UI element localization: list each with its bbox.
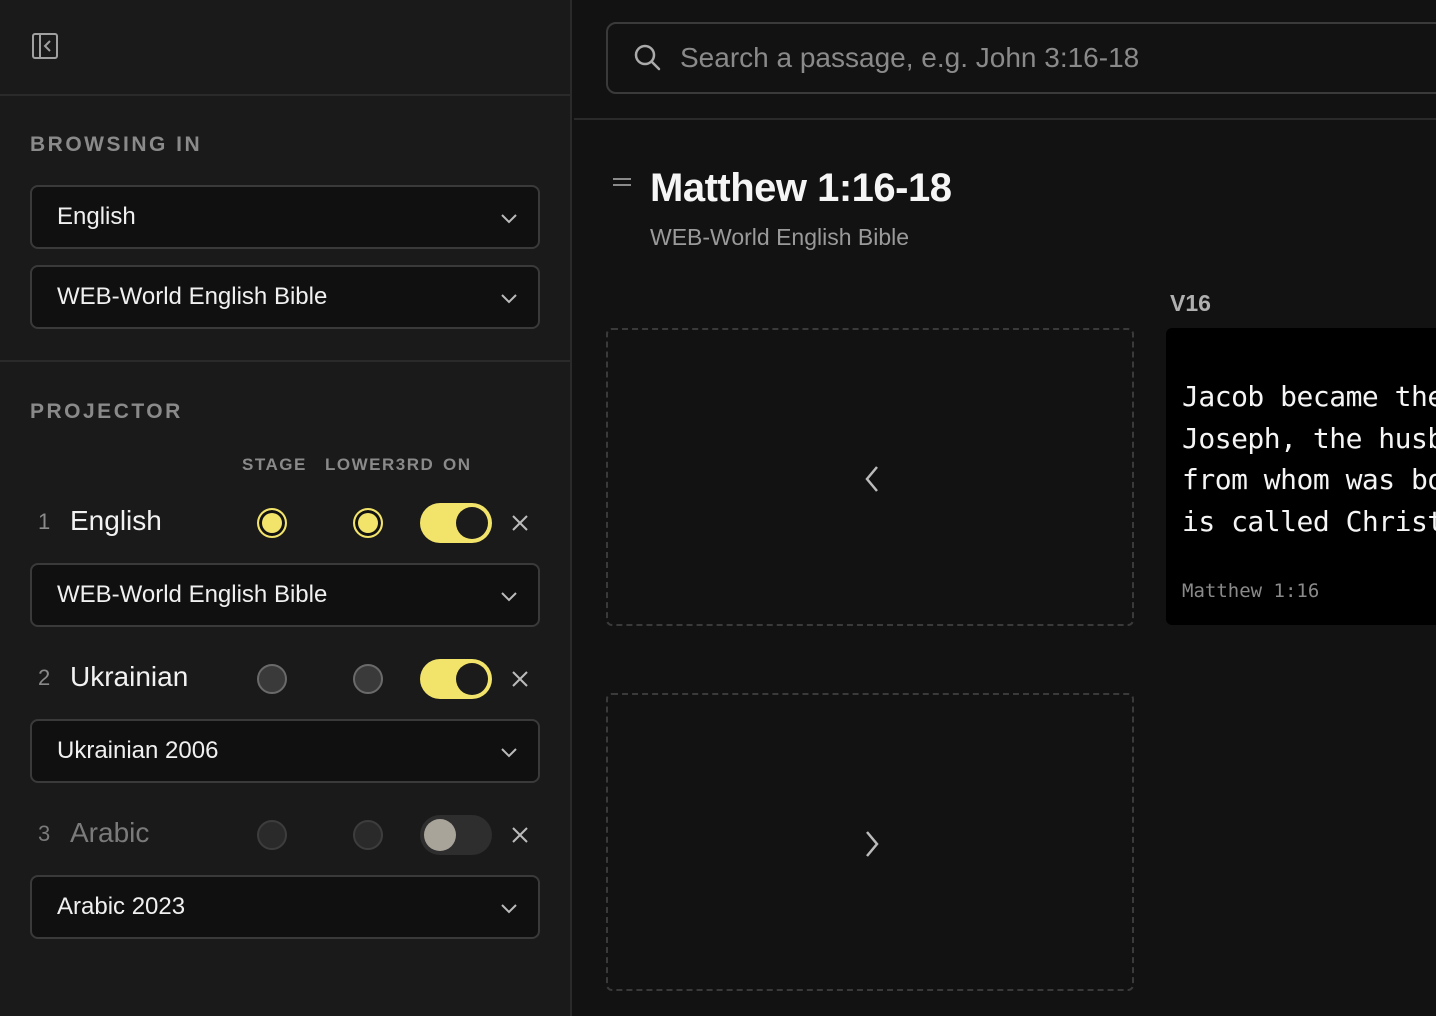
passage-title: Matthew 1:16-18 (650, 166, 952, 210)
stage-radio[interactable] (257, 664, 287, 694)
language-select-value: English (57, 203, 136, 230)
divider (0, 360, 572, 362)
chevron-left-icon (865, 466, 878, 492)
search-box[interactable] (606, 22, 1436, 94)
version-select[interactable]: WEB-World English Bible (30, 265, 540, 329)
on-toggle[interactable] (420, 659, 492, 699)
chevron-down-icon (501, 294, 517, 304)
toggle-knob (456, 663, 488, 695)
projector-2-version-select[interactable]: Ukrainian 2006 (30, 719, 540, 783)
search-icon (634, 44, 661, 71)
sidebar-header (0, 0, 570, 96)
previous-passage-button[interactable] (606, 328, 1134, 626)
projector-row-1: 1 English (0, 501, 572, 545)
sidebar: BROWSING IN English WEB-World English Bi… (0, 0, 572, 1016)
sidebar-collapse-icon[interactable] (30, 31, 60, 61)
chevron-down-icon (501, 214, 517, 224)
search-bar-area (574, 0, 1436, 120)
on-toggle[interactable] (420, 815, 492, 855)
passage-version: WEB-World English Bible (650, 224, 910, 250)
chevron-down-icon (501, 592, 517, 602)
verse-label: V16 (1170, 290, 1211, 316)
lower3rd-radio[interactable] (353, 820, 383, 850)
projector-language: Ukrainian (70, 661, 189, 692)
verse-reference: Matthew 1:16 (1182, 580, 1320, 602)
toggle-knob (456, 507, 488, 539)
projector-label: PROJECTOR (30, 400, 183, 423)
projector-language: Arabic (70, 817, 150, 848)
projector-row-2: 2 Ukrainian (0, 657, 572, 701)
next-passage-button[interactable] (606, 693, 1134, 991)
stage-radio[interactable] (257, 508, 287, 538)
version-select-value: WEB-World English Bible (57, 283, 328, 310)
chevron-down-icon (501, 748, 517, 758)
toggle-knob (424, 819, 456, 851)
projector-number: 3 (38, 821, 51, 846)
close-icon[interactable] (508, 823, 532, 847)
verse-card[interactable]: Jacob became the father of Joseph, the h… (1166, 328, 1436, 625)
version-select-value: Ukrainian 2006 (57, 737, 219, 764)
stage-radio[interactable] (257, 820, 287, 850)
main-panel: Matthew 1:16-18 WEB-World English Bible … (574, 0, 1436, 1016)
column-lower3rd: LOWER3RD (325, 455, 435, 474)
column-stage: STAGE (242, 455, 307, 474)
search-input[interactable] (680, 36, 1436, 80)
projector-row-3: 3 Arabic (0, 813, 572, 857)
verse-text: Jacob became the father of Joseph, the h… (1182, 380, 1436, 538)
projector-1-version-select[interactable]: WEB-World English Bible (30, 563, 540, 627)
lower3rd-radio[interactable] (353, 664, 383, 694)
chevron-down-icon (501, 904, 517, 914)
chevron-right-icon (866, 831, 879, 857)
version-select-value: Arabic 2023 (57, 893, 186, 920)
projector-language: English (70, 505, 162, 536)
column-on: ON (443, 455, 472, 474)
projector-number: 2 (38, 665, 51, 690)
close-icon[interactable] (508, 667, 532, 691)
drag-handle-icon[interactable] (612, 176, 632, 188)
projector-3-version-select[interactable]: Arabic 2023 (30, 875, 540, 939)
projector-number: 1 (38, 509, 51, 534)
on-toggle[interactable] (420, 503, 492, 543)
close-icon[interactable] (508, 511, 532, 535)
language-select[interactable]: English (30, 185, 540, 249)
lower3rd-radio[interactable] (353, 508, 383, 538)
browsing-in-label: BROWSING IN (30, 133, 203, 156)
version-select-value: WEB-World English Bible (57, 581, 328, 608)
